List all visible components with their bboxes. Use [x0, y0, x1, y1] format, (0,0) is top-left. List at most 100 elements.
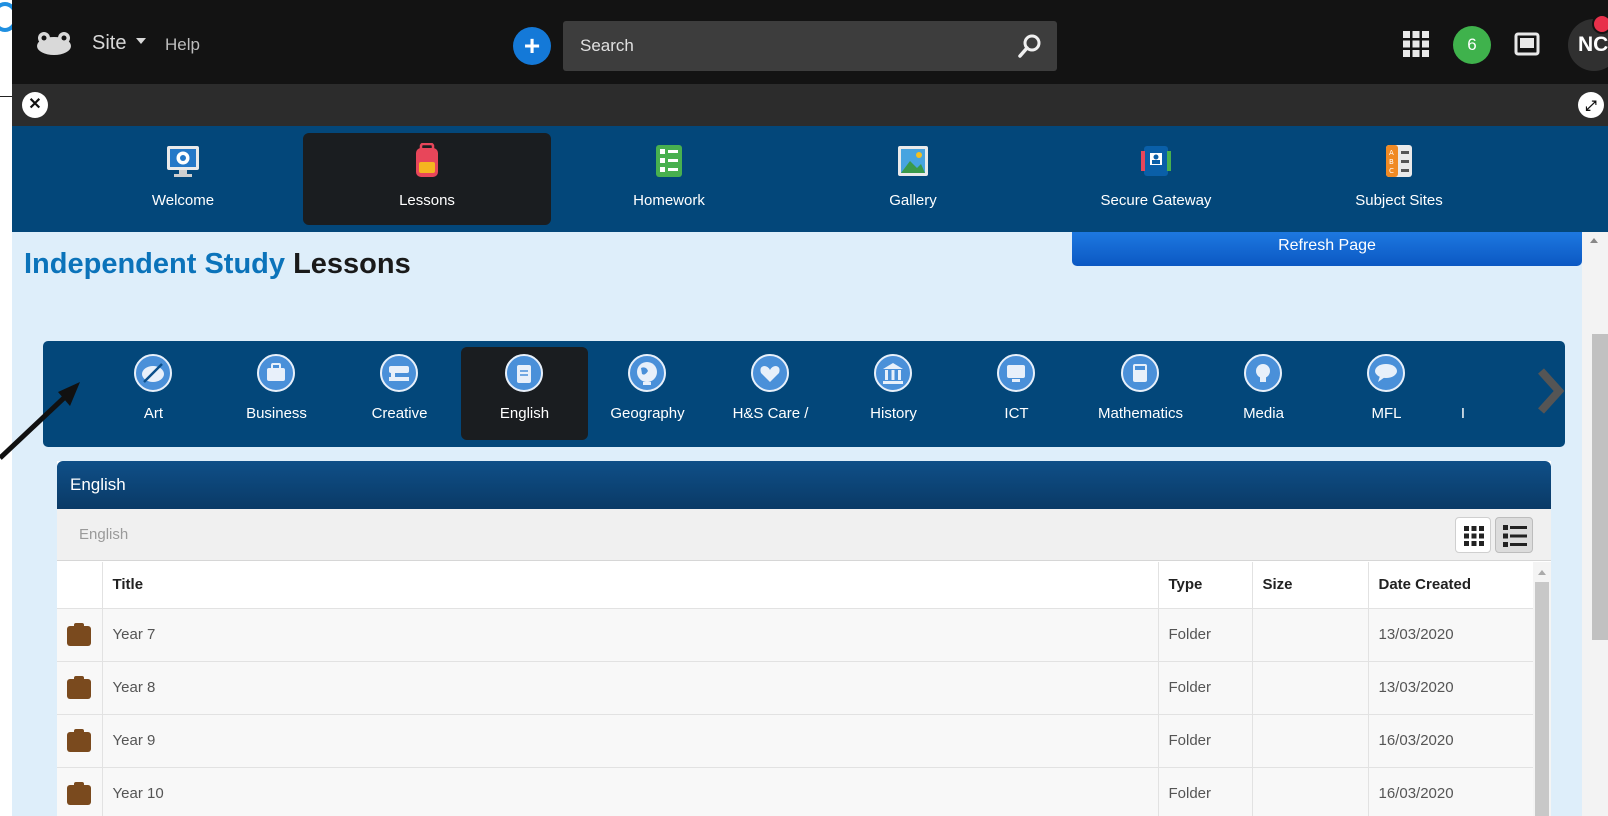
add-button[interactable]: +	[513, 27, 551, 65]
column-header-size[interactable]: Size	[1252, 562, 1369, 609]
abc-list-icon: A B C	[1386, 145, 1412, 177]
nav-label: Lessons	[399, 192, 455, 209]
subject-label: I	[1460, 405, 1466, 422]
page-title-accent: Independent Study	[24, 248, 285, 280]
column-header-icon	[57, 562, 103, 609]
subject-mathematics[interactable]: Mathematics	[1077, 347, 1204, 440]
table-scrollbar[interactable]	[1533, 562, 1551, 816]
panel-header: English	[57, 461, 1551, 509]
scroll-up-icon[interactable]	[1538, 570, 1546, 575]
monitor-lifebuoy-icon	[167, 146, 199, 177]
table-row[interactable]: Year 7 Folder 13/03/2020	[57, 608, 1534, 662]
table-scroll-thumb[interactable]	[1535, 582, 1549, 816]
nav-item-lessons[interactable]: Lessons	[303, 133, 551, 225]
subject-label: ICT	[1004, 405, 1029, 422]
file-panel: English English Title Type Size Date Cre…	[57, 461, 1551, 816]
subject-hs-care[interactable]: H&S Care /	[707, 347, 834, 440]
panel-toolbar: English	[57, 509, 1551, 561]
subject-label: Art	[143, 405, 164, 422]
folder-icon	[67, 675, 91, 699]
row-date: 16/03/2020	[1368, 714, 1534, 768]
table-row[interactable]: Year 9 Folder 16/03/2020	[57, 714, 1534, 768]
bell-notification-icon[interactable]	[1592, 14, 1608, 34]
icon-cell	[57, 608, 103, 662]
computer-icon	[997, 354, 1035, 392]
svg-text:A: A	[1389, 149, 1394, 157]
notification-count-badge[interactable]: 6	[1453, 26, 1491, 64]
subject-creative[interactable]: Creative	[336, 347, 463, 440]
scroll-up-icon[interactable]	[1590, 238, 1598, 243]
subject-history[interactable]: History	[830, 347, 957, 440]
svg-text:B: B	[1389, 158, 1394, 166]
row-title[interactable]: Year 8	[102, 661, 1159, 715]
row-type: Folder	[1158, 767, 1253, 816]
nav-label: Subject Sites	[1355, 192, 1443, 209]
subject-art[interactable]: Art	[90, 347, 217, 440]
page-title: Independent Study Lessons	[24, 248, 411, 281]
row-size	[1252, 608, 1369, 662]
expand-icon[interactable]: ⤢	[1578, 92, 1604, 118]
subject-label: MFL	[1371, 405, 1402, 422]
row-title[interactable]: Year 10	[102, 767, 1159, 816]
table-row[interactable]: Year 8 Folder 13/03/2020	[57, 661, 1534, 715]
breadcrumb[interactable]: English	[79, 526, 128, 543]
subject-mfl[interactable]: MFL	[1323, 347, 1450, 440]
table-row[interactable]: Year 10 Folder 16/03/2020	[57, 767, 1534, 816]
grid-view-button[interactable]	[1455, 517, 1491, 553]
svg-text:C: C	[1389, 167, 1394, 175]
page-scroll-thumb[interactable]	[1592, 334, 1608, 640]
nav-item-secure-gateway[interactable]: Secure Gateway	[1032, 133, 1280, 225]
subject-business[interactable]: Business	[213, 347, 340, 440]
secondary-bar	[12, 84, 1608, 126]
column-header-type[interactable]: Type	[1158, 562, 1253, 609]
subject-geography[interactable]: Geography	[584, 347, 711, 440]
nav-label: Gallery	[889, 192, 937, 209]
search-icon[interactable]	[1017, 33, 1043, 59]
folder-icon	[67, 622, 91, 646]
quill-icon	[505, 354, 543, 392]
page-title-rest: Lessons	[293, 248, 411, 280]
subject-label: Mathematics	[1097, 405, 1184, 422]
subject-media[interactable]: Media	[1200, 347, 1327, 440]
frog-logo-icon[interactable]	[34, 30, 74, 56]
nav-item-subject-sites[interactable]: A B C Subject Sites	[1275, 133, 1523, 225]
search-input[interactable]	[563, 21, 993, 71]
subject-label: Geography	[610, 405, 685, 422]
inbox-tray-icon[interactable]	[1514, 32, 1540, 56]
nav-item-homework[interactable]: Homework	[545, 133, 793, 225]
annotation-arrow-icon	[0, 382, 80, 460]
briefcase-icon	[257, 354, 295, 392]
row-title[interactable]: Year 9	[102, 714, 1159, 768]
subject-label: H&S Care /	[732, 405, 809, 422]
browser-logo-fragment	[0, 0, 18, 32]
help-link[interactable]: Help	[165, 35, 200, 55]
nav-label: Homework	[633, 192, 705, 209]
search-box[interactable]	[563, 21, 1057, 71]
top-bar: Site Help + 6 NC	[12, 0, 1608, 84]
chevron-right-icon[interactable]	[1535, 363, 1565, 419]
row-type: Folder	[1158, 608, 1253, 662]
subject-truncated[interactable]: I	[1433, 347, 1493, 440]
nav-item-gallery[interactable]: Gallery	[789, 133, 1037, 225]
subject-ict[interactable]: ICT	[953, 347, 1080, 440]
id-badge-icon	[1141, 146, 1171, 176]
column-header-title[interactable]: Title	[102, 562, 1159, 609]
folder-icon	[67, 728, 91, 752]
refresh-page-button[interactable]: Refresh Page	[1072, 232, 1582, 266]
subject-label: Business	[246, 405, 307, 422]
picture-icon	[898, 146, 928, 176]
nav-label: Welcome	[151, 192, 215, 209]
column-header-date-created[interactable]: Date Created	[1368, 562, 1534, 609]
apps-grid-icon[interactable]	[1402, 30, 1430, 58]
nav-item-welcome[interactable]: Welcome	[59, 133, 307, 225]
chevron-down-icon[interactable]	[136, 38, 146, 44]
heart-hands-icon	[751, 354, 789, 392]
list-view-button[interactable]	[1495, 517, 1533, 553]
site-menu[interactable]: Site	[92, 32, 126, 55]
row-type: Folder	[1158, 714, 1253, 768]
close-icon[interactable]: ✕	[22, 92, 48, 118]
row-title[interactable]: Year 7	[102, 608, 1159, 662]
folder-icon	[67, 781, 91, 805]
subject-english[interactable]: English	[461, 347, 588, 440]
icon-cell	[57, 714, 103, 768]
